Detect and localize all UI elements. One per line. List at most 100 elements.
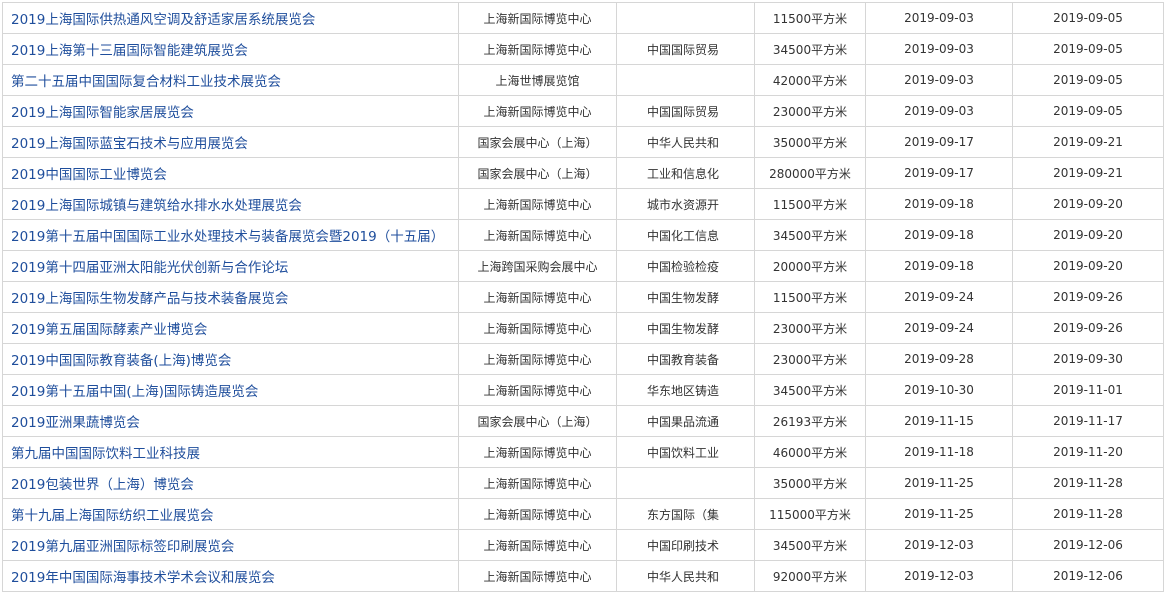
- table-row: 第九届中国国际饮料工业科技展 上海新国际博览中心 中国饮料工业 46000平方米 201…: [2, 436, 1164, 468]
- exhibition-name-cell: 2019第十五届中国国际工业水处理技术与装备展览会暨2019（十五届）: [2, 219, 459, 251]
- venue-cell: 国家会展中心（上海）: [458, 157, 617, 189]
- exhibition-name-cell: 2019上海第十三届国际智能建筑展览会: [2, 33, 459, 65]
- start-date-cell: 2019-11-15: [865, 405, 1013, 437]
- table-row: 2019上海国际城镇与建筑给水排水水处理展览会 上海新国际博览中心 城市水资源开 11…: [2, 188, 1164, 220]
- table-row: 2019上海国际供热通风空调及舒适家居系统展览会 上海新国际博览中心 11500平方…: [2, 2, 1164, 34]
- venue-cell: 国家会展中心（上海）: [458, 405, 617, 437]
- area-cell: 23000平方米: [754, 343, 866, 375]
- venue-cell: 上海新国际博览中心: [458, 2, 617, 34]
- organizer-cell: 中国印刷技术: [616, 529, 755, 561]
- venue-cell: 上海新国际博览中心: [458, 33, 617, 65]
- organizer-cell: 中国饮料工业: [616, 436, 755, 468]
- venue-cell: 上海新国际博览中心: [458, 498, 617, 530]
- organizer-cell: 中国国际贸易: [616, 95, 755, 127]
- end-date-cell: 2019-09-21: [1012, 157, 1164, 189]
- venue-cell: 上海新国际博览中心: [458, 467, 617, 499]
- area-cell: 34500平方米: [754, 219, 866, 251]
- table-row: 2019亚洲果蔬博览会 国家会展中心（上海） 中国果品流通 26193平方米 2019-…: [2, 405, 1164, 437]
- start-date-cell: 2019-09-28: [865, 343, 1013, 375]
- exhibition-link[interactable]: 2019中国国际教育装备(上海)博览会: [11, 353, 231, 369]
- area-cell: 23000平方米: [754, 312, 866, 344]
- organizer-cell: 中国化工信息: [616, 219, 755, 251]
- start-date-cell: 2019-11-18: [865, 436, 1013, 468]
- table-row: 2019上海国际蓝宝石技术与应用展览会 国家会展中心（上海） 中华人民共和 35000…: [2, 126, 1164, 158]
- venue-cell: 上海新国际博览中心: [458, 312, 617, 344]
- exhibition-link[interactable]: 2019第五届国际酵素产业博览会: [11, 322, 207, 338]
- table-row: 2019中国国际教育装备(上海)博览会 上海新国际博览中心 中国教育装备 23000平…: [2, 343, 1164, 375]
- exhibition-link[interactable]: 2019第十五届中国国际工业水处理技术与装备展览会暨2019（十五届）: [11, 229, 444, 245]
- exhibition-link[interactable]: 2019上海国际供热通风空调及舒适家居系统展览会: [11, 12, 315, 28]
- venue-cell: 上海新国际博览中心: [458, 188, 617, 220]
- exhibition-name-cell: 2019包装世界（上海）博览会: [2, 467, 459, 499]
- exhibition-link[interactable]: 第九届中国国际饮料工业科技展: [11, 446, 200, 462]
- organizer-cell: 中国教育装备: [616, 343, 755, 375]
- exhibition-link[interactable]: 2019第十四届亚洲太阳能光伏创新与合作论坛: [11, 260, 288, 276]
- end-date-cell: 2019-11-20: [1012, 436, 1164, 468]
- organizer-cell: 中国生物发酵: [616, 281, 755, 313]
- exhibition-link[interactable]: 2019年中国国际海事技术学术会议和展览会: [11, 570, 275, 586]
- start-date-cell: 2019-09-03: [865, 2, 1013, 34]
- exhibition-link[interactable]: 第二十五届中国国际复合材料工业技术展览会: [11, 74, 281, 90]
- start-date-cell: 2019-09-18: [865, 219, 1013, 251]
- exhibition-link[interactable]: 2019亚洲果蔬博览会: [11, 415, 140, 431]
- organizer-cell: 中国果品流通: [616, 405, 755, 437]
- table-row: 2019年中国国际海事技术学术会议和展览会 上海新国际博览中心 中华人民共和 9200…: [2, 560, 1164, 592]
- start-date-cell: 2019-09-03: [865, 95, 1013, 127]
- exhibition-name-cell: 2019第九届亚洲国际标签印刷展览会: [2, 529, 459, 561]
- end-date-cell: 2019-09-20: [1012, 188, 1164, 220]
- end-date-cell: 2019-09-05: [1012, 2, 1164, 34]
- exhibition-name-cell: 第二十五届中国国际复合材料工业技术展览会: [2, 64, 459, 96]
- area-cell: 35000平方米: [754, 126, 866, 158]
- area-cell: 280000平方米: [754, 157, 866, 189]
- start-date-cell: 2019-09-24: [865, 312, 1013, 344]
- exhibition-link[interactable]: 2019第十五届中国(上海)国际铸造展览会: [11, 384, 258, 400]
- end-date-cell: 2019-09-21: [1012, 126, 1164, 158]
- exhibition-name-cell: 2019上海国际生物发酵产品与技术装备展览会: [2, 281, 459, 313]
- end-date-cell: 2019-09-30: [1012, 343, 1164, 375]
- table-row: 2019包装世界（上海）博览会 上海新国际博览中心 35000平方米 2019-11-…: [2, 467, 1164, 499]
- table-row: 2019上海第十三届国际智能建筑展览会 上海新国际博览中心 中国国际贸易 34500平…: [2, 33, 1164, 65]
- organizer-cell: [616, 64, 755, 96]
- area-cell: 11500平方米: [754, 281, 866, 313]
- start-date-cell: 2019-11-25: [865, 498, 1013, 530]
- end-date-cell: 2019-09-05: [1012, 64, 1164, 96]
- organizer-cell: 中华人民共和: [616, 560, 755, 592]
- exhibition-link[interactable]: 2019上海第十三届国际智能建筑展览会: [11, 43, 248, 59]
- exhibition-link[interactable]: 2019包装世界（上海）博览会: [11, 477, 194, 493]
- exhibition-name-cell: 2019中国国际工业博览会: [2, 157, 459, 189]
- venue-cell: 国家会展中心（上海）: [458, 126, 617, 158]
- table-row: 2019第五届国际酵素产业博览会 上海新国际博览中心 中国生物发酵 23000平方米 2…: [2, 312, 1164, 344]
- exhibition-name-cell: 2019亚洲果蔬博览会: [2, 405, 459, 437]
- start-date-cell: 2019-09-03: [865, 33, 1013, 65]
- venue-cell: 上海跨国采购会展中心: [458, 250, 617, 282]
- organizer-cell: 工业和信息化: [616, 157, 755, 189]
- start-date-cell: 2019-09-03: [865, 64, 1013, 96]
- end-date-cell: 2019-09-05: [1012, 33, 1164, 65]
- exhibition-name-cell: 2019年中国国际海事技术学术会议和展览会: [2, 560, 459, 592]
- exhibition-name-cell: 2019第十四届亚洲太阳能光伏创新与合作论坛: [2, 250, 459, 282]
- exhibition-table: 2019上海国际供热通风空调及舒适家居系统展览会 上海新国际博览中心 11500平方…: [2, 2, 1164, 592]
- organizer-cell: 中华人民共和: [616, 126, 755, 158]
- organizer-cell: 城市水资源开: [616, 188, 755, 220]
- end-date-cell: 2019-11-28: [1012, 498, 1164, 530]
- start-date-cell: 2019-11-25: [865, 467, 1013, 499]
- start-date-cell: 2019-09-18: [865, 188, 1013, 220]
- exhibition-link[interactable]: 第十九届上海国际纺织工业展览会: [11, 508, 214, 524]
- exhibition-link[interactable]: 2019上海国际智能家居展览会: [11, 105, 194, 121]
- end-date-cell: 2019-09-26: [1012, 312, 1164, 344]
- exhibition-link[interactable]: 2019上海国际城镇与建筑给水排水水处理展览会: [11, 198, 302, 214]
- exhibition-link[interactable]: 2019上海国际蓝宝石技术与应用展览会: [11, 136, 248, 152]
- end-date-cell: 2019-11-01: [1012, 374, 1164, 406]
- organizer-cell: 中国生物发酵: [616, 312, 755, 344]
- venue-cell: 上海世博展览馆: [458, 64, 617, 96]
- exhibition-link[interactable]: 2019中国国际工业博览会: [11, 167, 167, 183]
- end-date-cell: 2019-09-20: [1012, 219, 1164, 251]
- venue-cell: 上海新国际博览中心: [458, 560, 617, 592]
- venue-cell: 上海新国际博览中心: [458, 95, 617, 127]
- organizer-cell: 东方国际（集: [616, 498, 755, 530]
- area-cell: 34500平方米: [754, 33, 866, 65]
- start-date-cell: 2019-12-03: [865, 560, 1013, 592]
- exhibition-link[interactable]: 2019上海国际生物发酵产品与技术装备展览会: [11, 291, 288, 307]
- exhibition-link[interactable]: 2019第九届亚洲国际标签印刷展览会: [11, 539, 234, 555]
- area-cell: 42000平方米: [754, 64, 866, 96]
